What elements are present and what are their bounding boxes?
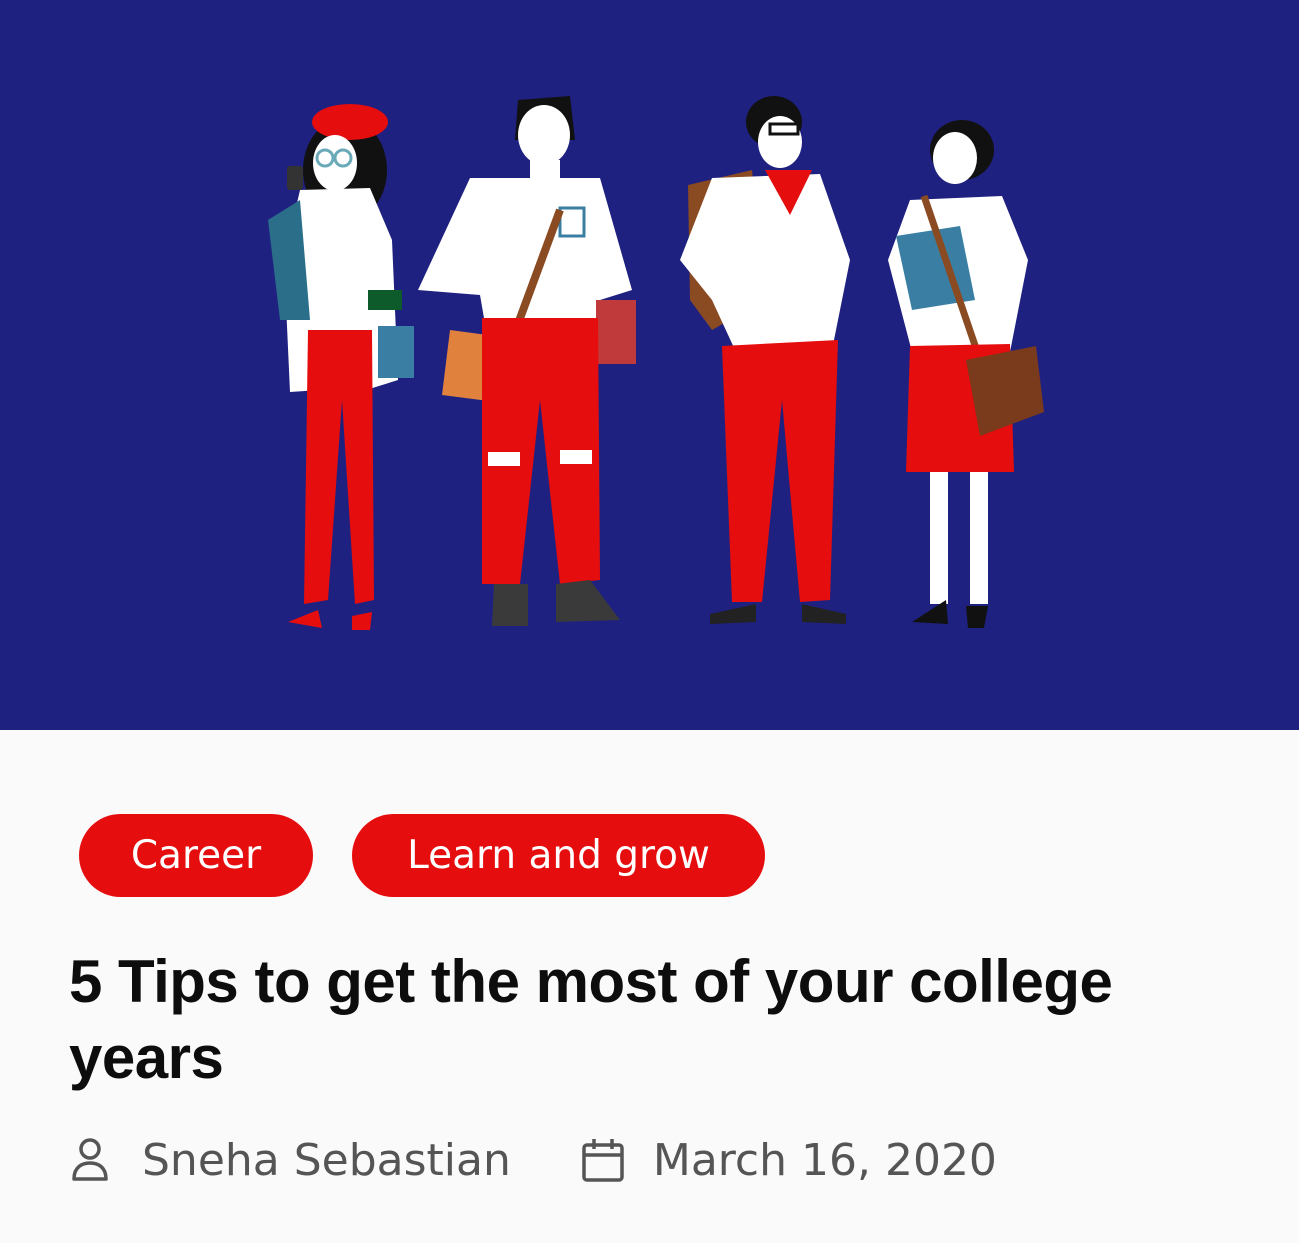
- tag-career[interactable]: Career: [79, 814, 313, 897]
- article-meta: Sneha Sebastian March 16, 2020: [70, 1128, 997, 1192]
- hero-image: [0, 0, 1299, 730]
- person-icon: [70, 1137, 110, 1183]
- students-illustration: [0, 0, 1299, 730]
- publish-date: March 16, 2020: [652, 1134, 997, 1186]
- tag-list: Career Learn and grow: [79, 814, 765, 897]
- calendar-icon: [581, 1137, 625, 1183]
- article-title[interactable]: 5 Tips to get the most of your college y…: [69, 944, 1229, 1096]
- article-card[interactable]: Career Learn and grow 5 Tips to get the …: [0, 0, 1299, 1243]
- tag-learn-and-grow[interactable]: Learn and grow: [352, 814, 765, 897]
- author-name: Sneha Sebastian: [142, 1134, 511, 1186]
